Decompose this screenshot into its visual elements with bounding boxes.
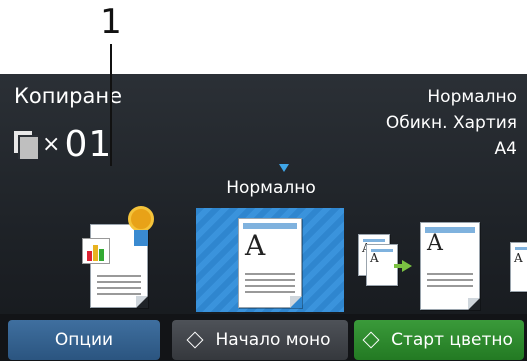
chart-image-icon: [82, 238, 110, 264]
start-diamond-icon: [362, 331, 380, 349]
doc-partial-glyph: A: [514, 251, 523, 265]
award-medal-icon: [128, 206, 154, 232]
callout-number: 1: [100, 2, 122, 42]
selection-indicator-icon: [279, 164, 289, 172]
paper-type-setting: Обикн. Хартия: [385, 113, 517, 133]
copy-count-display: × 01: [14, 124, 112, 165]
color-start-label: Старт цветно: [391, 330, 513, 350]
copies-count[interactable]: 01: [64, 124, 112, 165]
mono-start-button[interactable]: Начало моно: [172, 320, 348, 360]
paper-size-setting: A4: [494, 139, 517, 159]
mode-tile-normal[interactable]: A: [196, 208, 344, 312]
copies-page-icon: [14, 131, 38, 159]
color-start-button[interactable]: Старт цветно: [354, 320, 524, 360]
arrow-right-icon: [402, 260, 412, 272]
screen-title: Копиране: [14, 84, 122, 108]
selected-mode-label: Нормално: [226, 178, 316, 198]
settings-summary: Нормално Обикн. Хартия A4: [386, 84, 517, 162]
mode-tile-best-quality[interactable]: [82, 204, 162, 312]
lcd-screen: Копиране × 01 Нормално Обикн. Хартия A4 …: [0, 74, 527, 361]
quality-setting: Нормално: [427, 87, 517, 107]
callout-line: [110, 44, 112, 166]
copies-multiplier: ×: [42, 131, 61, 157]
doc-merged-glyph: A: [427, 231, 443, 256]
start-diamond-icon: [186, 331, 204, 349]
award-ribbon-icon: [134, 230, 148, 246]
options-button-label: Опции: [54, 330, 114, 350]
document-glyph: A: [245, 229, 266, 262]
doc-small-glyph-2: A: [370, 251, 379, 265]
mode-tile-2in1[interactable]: A A A: [356, 204, 486, 312]
mode-tile-next-partial[interactable]: A: [510, 242, 527, 292]
arrow-right-stem: [394, 264, 403, 268]
options-button[interactable]: Опции: [8, 320, 160, 360]
mono-start-label: Начало моно: [215, 330, 331, 350]
